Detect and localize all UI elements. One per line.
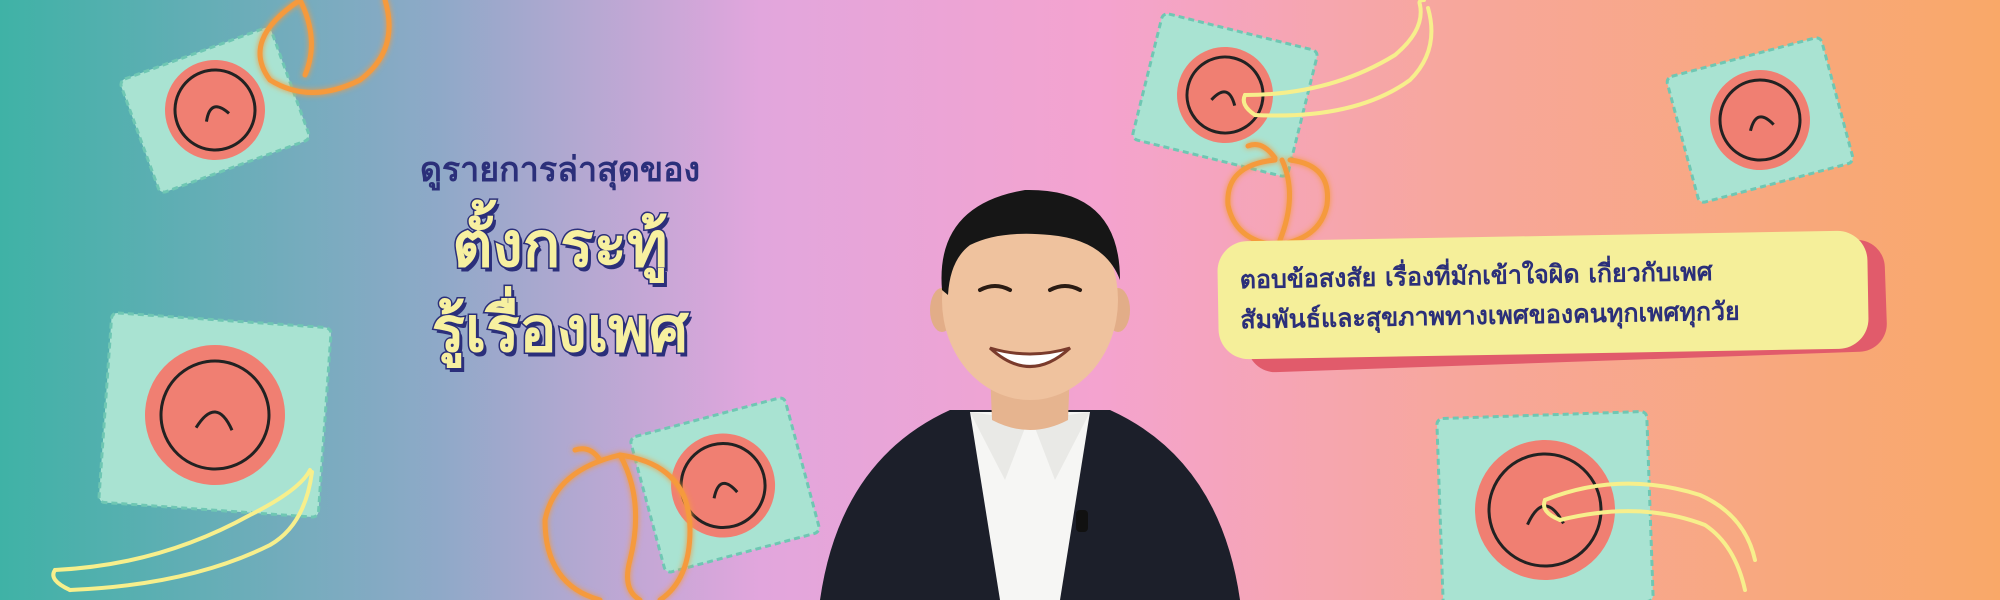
program-title-line1: ตั้งกระทู้ <box>451 207 670 283</box>
condom-packet-icon <box>629 396 821 574</box>
program-title-line2: รู้เรื่องเพศ <box>430 292 690 368</box>
program-kicker: ดูรายการล่าสุดของ <box>419 150 701 190</box>
banner: ดูรายการล่าสุดของ ตั้งกระทู้ รู้เรื่องเพ… <box>0 0 2000 600</box>
speech-bubble: ตอบข้อสงสัย เรื่องที่มักเข้าใจผิด เกี่ยว… <box>1217 230 1869 360</box>
condom-packet-icon <box>1665 36 1855 204</box>
host-photo <box>820 189 1240 600</box>
condom-packet-icon <box>1131 12 1319 178</box>
condom-packet-icon <box>119 26 311 194</box>
